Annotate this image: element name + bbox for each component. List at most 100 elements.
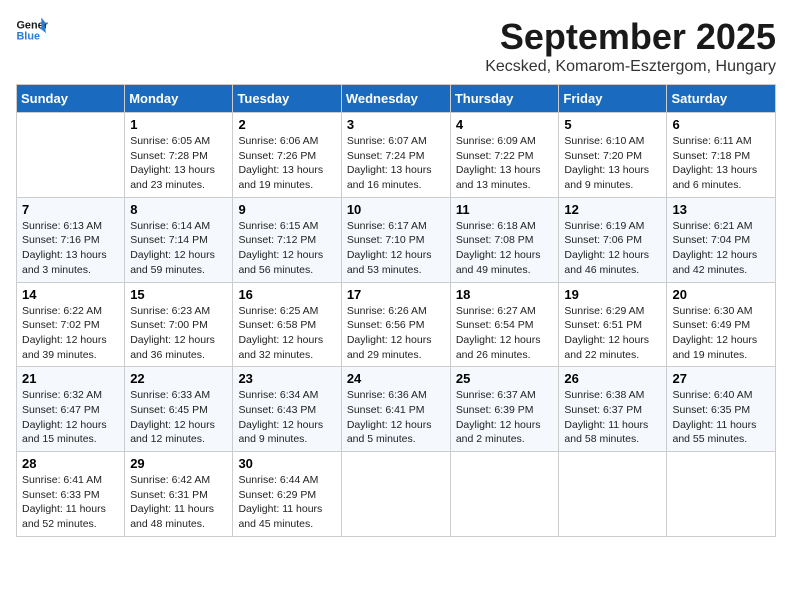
weekday-header: Friday bbox=[559, 85, 667, 113]
calendar-cell: 30 Sunrise: 6:44 AMSunset: 6:29 PMDayligh… bbox=[233, 452, 341, 537]
day-info: Sunrise: 6:44 AMSunset: 6:29 PMDaylight:… bbox=[238, 473, 335, 532]
day-number: 21 bbox=[22, 371, 119, 386]
day-info: Sunrise: 6:15 AMSunset: 7:12 PMDaylight:… bbox=[238, 219, 335, 278]
calendar-cell: 26 Sunrise: 6:38 AMSunset: 6:37 PMDayligh… bbox=[559, 367, 667, 452]
logo: General Blue bbox=[16, 16, 48, 44]
calendar-week-row: 28Sunrise: 6:41 AMSunset: 6:33 PMDayligh… bbox=[17, 452, 776, 537]
day-number: 7 bbox=[22, 202, 119, 217]
day-info: Sunrise: 6:41 AMSunset: 6:33 PMDaylight:… bbox=[22, 473, 119, 532]
calendar-cell: 9 Sunrise: 6:15 AMSunset: 7:12 PMDaylight… bbox=[233, 197, 341, 282]
day-number: 30 bbox=[238, 456, 335, 471]
day-number: 25 bbox=[456, 371, 554, 386]
calendar-cell: 6 Sunrise: 6:11 AMSunset: 7:18 PMDaylight… bbox=[667, 113, 776, 198]
day-info: Sunrise: 6:25 AMSunset: 6:58 PMDaylight:… bbox=[238, 304, 335, 363]
calendar-cell: 15 Sunrise: 6:23 AMSunset: 7:00 PMDayligh… bbox=[125, 282, 233, 367]
day-info: Sunrise: 6:09 AMSunset: 7:22 PMDaylight:… bbox=[456, 134, 554, 193]
day-number: 16 bbox=[238, 287, 335, 302]
day-info: Sunrise: 6:38 AMSunset: 6:37 PMDaylight:… bbox=[564, 388, 661, 447]
calendar-week-row: 21 Sunrise: 6:32 AMSunset: 6:47 PMDayligh… bbox=[17, 367, 776, 452]
day-number: 9 bbox=[238, 202, 335, 217]
day-info: Sunrise: 6:26 AMSunset: 6:56 PMDaylight:… bbox=[347, 304, 445, 363]
location-title: Kecsked, Komarom-Esztergom, Hungary bbox=[485, 58, 776, 76]
svg-text:Blue: Blue bbox=[16, 30, 40, 42]
day-info: Sunrise: 6:37 AMSunset: 6:39 PMDaylight:… bbox=[456, 388, 554, 447]
calendar-cell: 1 Sunrise: 6:05 AMSunset: 7:28 PMDaylight… bbox=[125, 113, 233, 198]
day-number: 3 bbox=[347, 117, 445, 132]
calendar-cell: 5 Sunrise: 6:10 AMSunset: 7:20 PMDaylight… bbox=[559, 113, 667, 198]
day-info: Sunrise: 6:14 AMSunset: 7:14 PMDaylight:… bbox=[130, 219, 227, 278]
calendar-table: SundayMondayTuesdayWednesdayThursdayFrid… bbox=[16, 84, 776, 537]
day-info: Sunrise: 6:19 AMSunset: 7:06 PMDaylight:… bbox=[564, 219, 661, 278]
day-number: 1 bbox=[130, 117, 227, 132]
day-info: Sunrise: 6:22 AMSunset: 7:02 PMDaylight:… bbox=[22, 304, 119, 363]
day-number: 17 bbox=[347, 287, 445, 302]
day-info: Sunrise: 6:30 AMSunset: 6:49 PMDaylight:… bbox=[672, 304, 770, 363]
day-number: 26 bbox=[564, 371, 661, 386]
calendar-cell: 8 Sunrise: 6:14 AMSunset: 7:14 PMDaylight… bbox=[125, 197, 233, 282]
day-info: Sunrise: 6:36 AMSunset: 6:41 PMDaylight:… bbox=[347, 388, 445, 447]
calendar-week-row: 14 Sunrise: 6:22 AMSunset: 7:02 PMDayligh… bbox=[17, 282, 776, 367]
calendar-week-row: 1 Sunrise: 6:05 AMSunset: 7:28 PMDaylight… bbox=[17, 113, 776, 198]
day-number: 15 bbox=[130, 287, 227, 302]
calendar-cell: 13Sunrise: 6:21 AMSunset: 7:04 PMDayligh… bbox=[667, 197, 776, 282]
calendar-cell bbox=[17, 113, 125, 198]
day-info: Sunrise: 6:42 AMSunset: 6:31 PMDaylight:… bbox=[130, 473, 227, 532]
day-number: 29 bbox=[130, 456, 227, 471]
day-number: 12 bbox=[564, 202, 661, 217]
calendar-cell: 24 Sunrise: 6:36 AMSunset: 6:41 PMDayligh… bbox=[341, 367, 450, 452]
day-info: Sunrise: 6:07 AMSunset: 7:24 PMDaylight:… bbox=[347, 134, 445, 193]
day-number: 6 bbox=[672, 117, 770, 132]
day-number: 5 bbox=[564, 117, 661, 132]
calendar-cell: 11Sunrise: 6:18 AMSunset: 7:08 PMDayligh… bbox=[450, 197, 559, 282]
month-title: September 2025 bbox=[485, 16, 776, 58]
weekday-header-row: SundayMondayTuesdayWednesdayThursdayFrid… bbox=[17, 85, 776, 113]
calendar-cell: 23 Sunrise: 6:34 AMSunset: 6:43 PMDayligh… bbox=[233, 367, 341, 452]
title-area: September 2025 Kecsked, Komarom-Esztergo… bbox=[485, 16, 776, 76]
calendar-cell: 27 Sunrise: 6:40 AMSunset: 6:35 PMDayligh… bbox=[667, 367, 776, 452]
day-number: 4 bbox=[456, 117, 554, 132]
day-info: Sunrise: 6:23 AMSunset: 7:00 PMDaylight:… bbox=[130, 304, 227, 363]
day-number: 18 bbox=[456, 287, 554, 302]
weekday-header: Wednesday bbox=[341, 85, 450, 113]
weekday-header: Tuesday bbox=[233, 85, 341, 113]
day-number: 22 bbox=[130, 371, 227, 386]
day-number: 14 bbox=[22, 287, 119, 302]
page-header: General Blue September 2025 Kecsked, Kom… bbox=[16, 16, 776, 76]
calendar-cell: 28Sunrise: 6:41 AMSunset: 6:33 PMDayligh… bbox=[17, 452, 125, 537]
calendar-cell: 2 Sunrise: 6:06 AMSunset: 7:26 PMDaylight… bbox=[233, 113, 341, 198]
calendar-cell: 16 Sunrise: 6:25 AMSunset: 6:58 PMDayligh… bbox=[233, 282, 341, 367]
day-number: 27 bbox=[672, 371, 770, 386]
day-info: Sunrise: 6:34 AMSunset: 6:43 PMDaylight:… bbox=[238, 388, 335, 447]
day-info: Sunrise: 6:05 AMSunset: 7:28 PMDaylight:… bbox=[130, 134, 227, 193]
day-number: 24 bbox=[347, 371, 445, 386]
calendar-cell bbox=[667, 452, 776, 537]
day-info: Sunrise: 6:18 AMSunset: 7:08 PMDaylight:… bbox=[456, 219, 554, 278]
day-info: Sunrise: 6:40 AMSunset: 6:35 PMDaylight:… bbox=[672, 388, 770, 447]
day-number: 19 bbox=[564, 287, 661, 302]
day-number: 20 bbox=[672, 287, 770, 302]
day-info: Sunrise: 6:27 AMSunset: 6:54 PMDaylight:… bbox=[456, 304, 554, 363]
calendar-cell: 21 Sunrise: 6:32 AMSunset: 6:47 PMDayligh… bbox=[17, 367, 125, 452]
calendar-cell bbox=[341, 452, 450, 537]
day-info: Sunrise: 6:17 AMSunset: 7:10 PMDaylight:… bbox=[347, 219, 445, 278]
day-number: 23 bbox=[238, 371, 335, 386]
day-info: Sunrise: 6:10 AMSunset: 7:20 PMDaylight:… bbox=[564, 134, 661, 193]
weekday-header: Sunday bbox=[17, 85, 125, 113]
calendar-cell: 12 Sunrise: 6:19 AMSunset: 7:06 PMDayligh… bbox=[559, 197, 667, 282]
day-info: Sunrise: 6:33 AMSunset: 6:45 PMDaylight:… bbox=[130, 388, 227, 447]
day-number: 10 bbox=[347, 202, 445, 217]
calendar-cell: 19Sunrise: 6:29 AMSunset: 6:51 PMDayligh… bbox=[559, 282, 667, 367]
day-number: 2 bbox=[238, 117, 335, 132]
logo-icon: General Blue bbox=[16, 16, 48, 44]
calendar-week-row: 7Sunrise: 6:13 AMSunset: 7:16 PMDaylight… bbox=[17, 197, 776, 282]
calendar-cell: 14 Sunrise: 6:22 AMSunset: 7:02 PMDayligh… bbox=[17, 282, 125, 367]
day-info: Sunrise: 6:32 AMSunset: 6:47 PMDaylight:… bbox=[22, 388, 119, 447]
weekday-header: Thursday bbox=[450, 85, 559, 113]
day-info: Sunrise: 6:06 AMSunset: 7:26 PMDaylight:… bbox=[238, 134, 335, 193]
calendar-cell: 25 Sunrise: 6:37 AMSunset: 6:39 PMDayligh… bbox=[450, 367, 559, 452]
calendar-cell bbox=[450, 452, 559, 537]
calendar-cell: 7Sunrise: 6:13 AMSunset: 7:16 PMDaylight… bbox=[17, 197, 125, 282]
day-number: 8 bbox=[130, 202, 227, 217]
day-info: Sunrise: 6:11 AMSunset: 7:18 PMDaylight:… bbox=[672, 134, 770, 193]
calendar-cell: 18 Sunrise: 6:27 AMSunset: 6:54 PMDayligh… bbox=[450, 282, 559, 367]
